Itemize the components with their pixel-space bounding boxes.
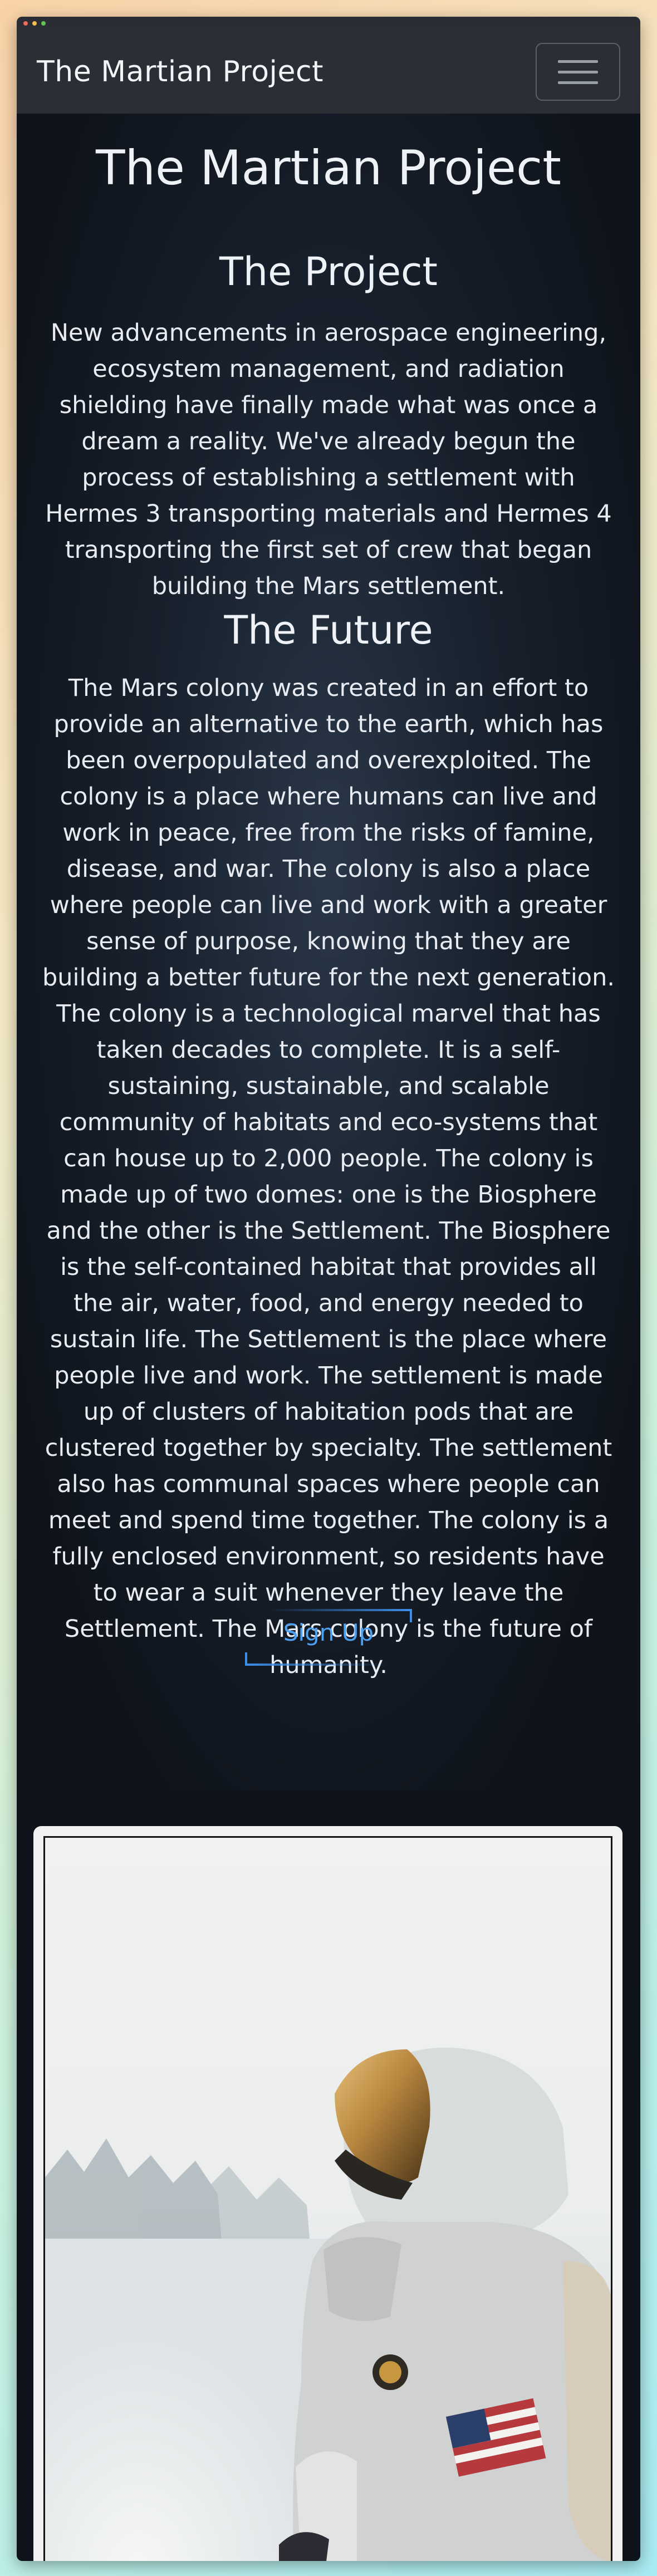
- navbar-brand[interactable]: The Martian Project: [37, 55, 323, 89]
- page-title: The Martian Project: [96, 140, 561, 196]
- minimize-window-icon[interactable]: [32, 21, 37, 26]
- button-corner-decoration: [271, 1609, 412, 1622]
- sign-up-label: Sign Up: [283, 1618, 374, 1646]
- navbar: The Martian Project: [17, 30, 640, 114]
- hamburger-line: [558, 81, 598, 84]
- close-window-icon[interactable]: [23, 21, 28, 26]
- astronaut-photo-card: [33, 1826, 622, 2561]
- window-titlebar: [17, 17, 640, 30]
- main-content: The Martian Project The Project New adva…: [17, 114, 640, 2561]
- hamburger-menu-icon: [558, 60, 598, 63]
- sign-up-button[interactable]: Sign Up: [239, 1593, 418, 1671]
- browser-window: The Martian Project The Martian Project …: [17, 17, 640, 2561]
- navbar-toggle-button[interactable]: [536, 43, 620, 101]
- maximize-window-icon[interactable]: [41, 21, 46, 26]
- future-paragraph: The Mars colony was created in an effort…: [42, 674, 615, 1679]
- project-heading: The Project: [219, 249, 438, 295]
- project-paragraph: New advancements in aerospace engineerin…: [45, 319, 612, 600]
- astronaut-photo: [43, 1836, 612, 2561]
- hamburger-line: [558, 70, 598, 73]
- button-corner-decoration: [245, 1652, 386, 1666]
- future-heading: The Future: [224, 607, 433, 653]
